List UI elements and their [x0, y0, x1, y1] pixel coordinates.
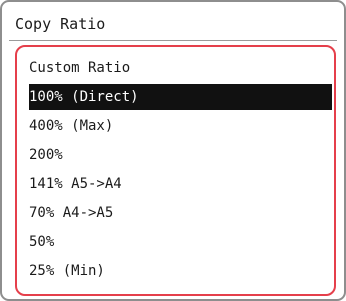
option-100-direct[interactable]: 100% (Direct): [29, 84, 332, 110]
screen-title: Copy Ratio: [15, 15, 106, 33]
option-25-min[interactable]: 25% (Min): [29, 258, 105, 284]
option-50[interactable]: 50%: [29, 229, 54, 255]
copy-ratio-option-list[interactable]: Custom Ratio 100% (Direct) 400% (Max) 20…: [15, 45, 336, 296]
option-400-max[interactable]: 400% (Max): [29, 113, 113, 139]
option-custom-ratio[interactable]: Custom Ratio: [29, 55, 130, 81]
option-70-a4-a5[interactable]: 70% A4->A5: [29, 200, 113, 226]
option-200[interactable]: 200%: [29, 142, 63, 168]
option-141-a5-a4[interactable]: 141% A5->A4: [29, 171, 122, 197]
title-divider: [9, 40, 337, 41]
copy-ratio-panel: Copy Ratio Custom Ratio 100% (Direct) 40…: [0, 0, 346, 301]
